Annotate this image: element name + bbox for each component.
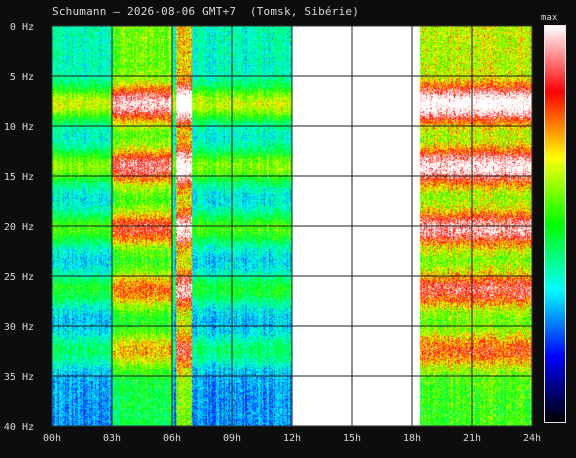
x-tick-label: 00h	[43, 433, 61, 444]
colorbar	[544, 25, 566, 423]
colorbar-label: max	[541, 13, 558, 23]
y-tick-label: 0 Hz	[10, 22, 34, 33]
y-tick-label: 20 Hz	[4, 222, 34, 233]
y-tick-label: 10 Hz	[4, 122, 34, 133]
chart-axes: 00h 03h 06h 09h 12h 15h 18h 21h 24h 0 Hz 5 Hz 10 Hz…	[4, 22, 541, 444]
x-tick-label: 09h	[223, 433, 241, 444]
y-tick-label: 25 Hz	[4, 272, 34, 283]
y-tick-label: 15 Hz	[4, 172, 34, 183]
y-tick-label: 5 Hz	[10, 72, 34, 83]
y-tick-label: 40 Hz	[4, 422, 34, 433]
x-tick-label: 24h	[523, 433, 541, 444]
x-tick-label: 12h	[283, 433, 301, 444]
x-tick-label: 06h	[163, 433, 181, 444]
x-tick-label: 21h	[463, 433, 481, 444]
x-tick-label: 15h	[343, 433, 361, 444]
y-tick-label: 30 Hz	[4, 322, 34, 333]
x-tick-label: 18h	[403, 433, 421, 444]
y-tick-label: 35 Hz	[4, 372, 34, 383]
x-tick-label: 03h	[103, 433, 121, 444]
